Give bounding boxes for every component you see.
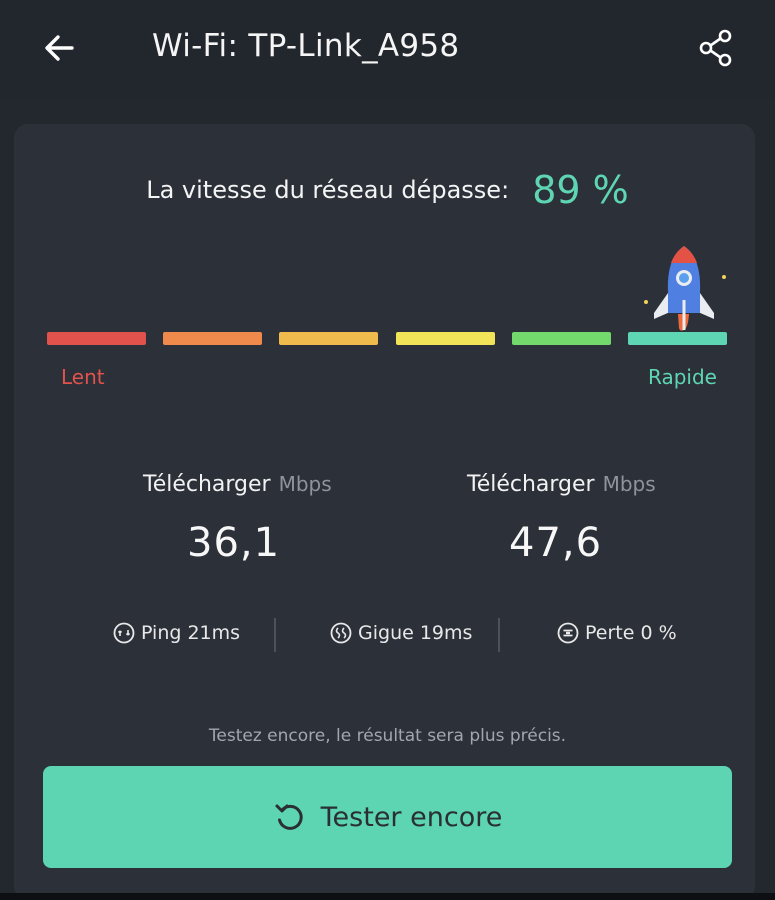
scale-segment-5 bbox=[512, 332, 611, 345]
stat-label-text: Télécharger bbox=[467, 472, 595, 497]
metric-ping-text: Ping 21ms bbox=[141, 622, 241, 644]
scale-fast-label: Rapide bbox=[648, 365, 717, 389]
stat-download-label-1: Télécharger Mbps bbox=[143, 472, 332, 497]
scale-segment-1 bbox=[47, 332, 146, 345]
retest-hint: Testez encore, le résultat sera plus pré… bbox=[208, 726, 567, 746]
retry-icon bbox=[275, 804, 303, 830]
app-bar: Wi-Fi: TP-Link_A958 bbox=[0, 0, 775, 100]
stat-download-value-2: 47,6 bbox=[509, 520, 603, 566]
rocket-icon bbox=[644, 246, 726, 331]
scale-segment-2 bbox=[163, 332, 262, 345]
share-icon[interactable] bbox=[694, 26, 738, 70]
speed-result-percent: 89 % bbox=[532, 168, 629, 212]
scale-segment-3 bbox=[279, 332, 378, 345]
stat-download-label-2: Télécharger Mbps bbox=[467, 472, 656, 497]
retest-button[interactable]: Tester encore bbox=[43, 766, 732, 868]
metric-divider bbox=[274, 618, 276, 652]
metric-ping: Ping 21ms bbox=[113, 622, 240, 644]
speed-result: La vitesse du réseau dépasse: 89 % bbox=[0, 168, 775, 212]
stat-download-value-1: 36,1 bbox=[187, 520, 281, 566]
loss-icon bbox=[557, 622, 579, 644]
page-title: Wi-Fi: TP-Link_A958 bbox=[152, 28, 460, 64]
stat-unit: Mbps bbox=[278, 472, 332, 496]
metric-loss: Perte 0 % bbox=[557, 622, 677, 644]
scale-slow-label: Lent bbox=[61, 365, 105, 389]
stat-label-text: Télécharger bbox=[143, 472, 271, 497]
jitter-icon bbox=[330, 622, 352, 644]
metric-jitter: Gigue 19ms bbox=[330, 622, 472, 644]
arrow-left-icon[interactable] bbox=[38, 26, 82, 70]
metric-divider bbox=[498, 618, 500, 652]
retest-button-label: Tester encore bbox=[320, 801, 503, 833]
metric-jitter-text: Gigue 19ms bbox=[358, 622, 473, 644]
ping-icon bbox=[113, 622, 135, 644]
scale-segment-4 bbox=[396, 332, 495, 345]
stat-unit: Mbps bbox=[602, 472, 656, 496]
metric-loss-text: Perte 0 % bbox=[585, 622, 677, 644]
bottom-edge bbox=[0, 893, 775, 900]
speed-result-label: La vitesse du réseau dépasse: bbox=[146, 176, 510, 204]
